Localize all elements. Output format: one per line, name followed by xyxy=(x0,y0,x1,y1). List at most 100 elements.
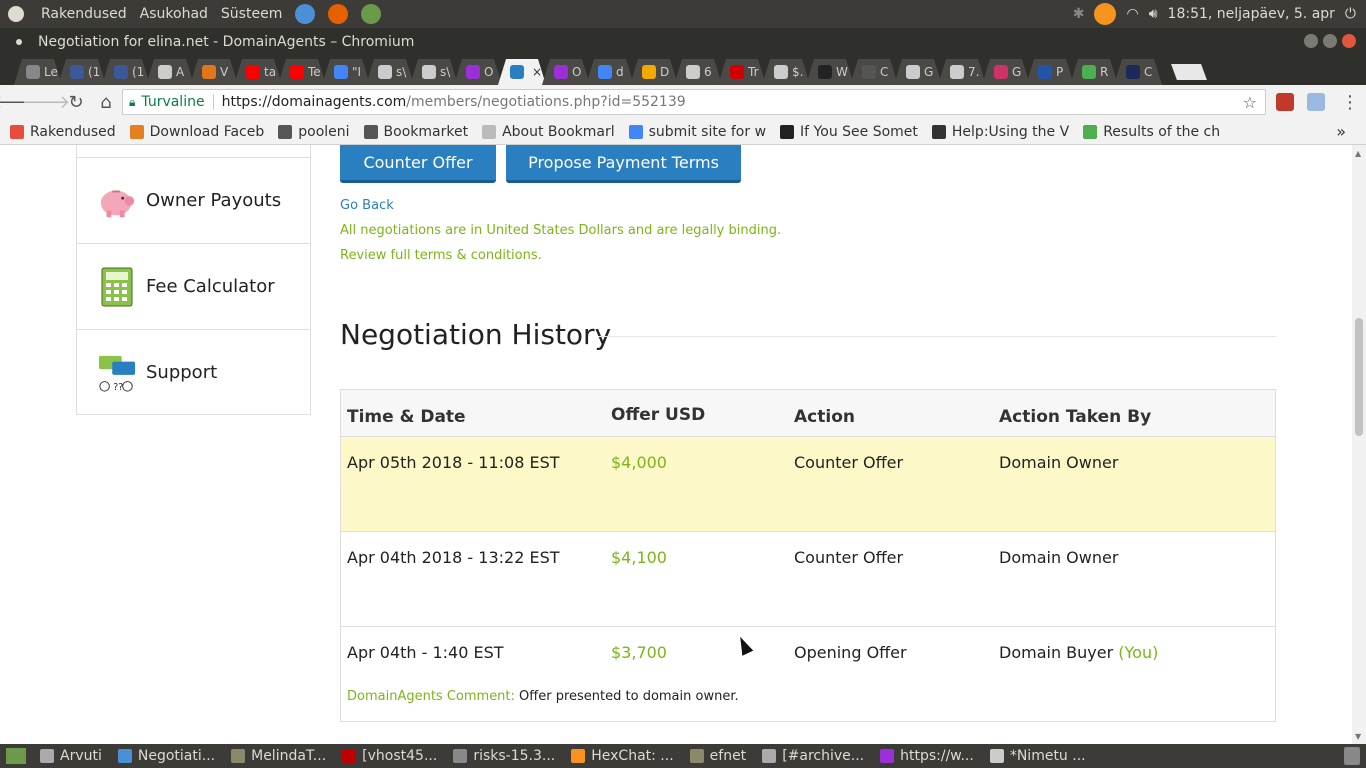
tab-label: d xyxy=(616,65,624,79)
trash-icon[interactable] xyxy=(1344,747,1360,765)
go-back-link[interactable]: Go Back xyxy=(340,198,394,213)
browser-tab[interactable]: $. xyxy=(762,59,810,85)
show-desktop-icon[interactable] xyxy=(6,748,26,764)
bookmark-item[interactable]: Help:Using the V xyxy=(931,124,1069,140)
home-icon[interactable]: ⌂ xyxy=(92,88,120,116)
browser-tab[interactable]: Te xyxy=(278,59,326,85)
browser-tab[interactable]: V xyxy=(190,59,238,85)
page-scrollbar[interactable]: ▲ ▼ xyxy=(1352,145,1366,744)
bookmark-label: Bookmarket xyxy=(383,123,469,140)
tab-label: A xyxy=(176,65,185,79)
scroll-up-icon[interactable]: ▲ xyxy=(1355,149,1363,158)
bookmark-item[interactable]: About Bookmarl xyxy=(482,124,615,140)
chrome-menu-icon[interactable]: ⋮ xyxy=(1336,88,1364,116)
browser-tab[interactable]: s\ xyxy=(366,59,414,85)
bookmark-label: If You See Somet xyxy=(800,123,918,140)
row-action: Opening Offer xyxy=(794,643,907,662)
browser-tab[interactable]: R xyxy=(1070,59,1118,85)
browser-tab[interactable]: (1 xyxy=(102,59,150,85)
bookmark-star-icon[interactable]: ☆ xyxy=(1243,93,1257,112)
minimize-icon[interactable] xyxy=(1304,34,1318,48)
url-host: https://domainagents.com xyxy=(221,94,407,110)
bookmark-label: submit site for w xyxy=(648,123,767,140)
bookmark-item[interactable]: pooleni xyxy=(278,124,350,140)
bookmark-item[interactable]: If You See Somet xyxy=(780,124,918,140)
browser-tab[interactable]: P xyxy=(1026,59,1074,85)
row-taken-by: Domain Buyer (You) xyxy=(999,643,1158,662)
volume-icon[interactable]: 🔊︎ xyxy=(1149,6,1158,22)
bluetooth-icon[interactable]: ✱ xyxy=(1073,6,1085,22)
new-tab-button[interactable] xyxy=(1171,64,1207,80)
browser-tab[interactable]: G xyxy=(982,59,1030,85)
browser-tab[interactable]: 7. xyxy=(938,59,986,85)
forward-icon[interactable]: 🡒 xyxy=(22,88,70,116)
browser-tab[interactable]: (1 xyxy=(58,59,106,85)
sidebar-item-label: Support xyxy=(146,362,218,383)
browser-tab[interactable]: A xyxy=(146,59,194,85)
taskbar-item[interactable]: Negotiati... xyxy=(110,744,223,768)
browser-tab[interactable]: 6 xyxy=(674,59,722,85)
wifi-icon[interactable]: ◠ xyxy=(1126,6,1138,22)
hexchat-tray-icon[interactable] xyxy=(1094,3,1117,25)
chromium-launcher-icon[interactable] xyxy=(295,4,316,24)
maximize-icon[interactable] xyxy=(1323,34,1337,48)
browser-tab[interactable]: Le xyxy=(14,59,62,85)
bookmark-item[interactable]: Results of the ch xyxy=(1083,124,1220,140)
sidebar-item-owner-payouts[interactable]: Owner Payouts xyxy=(77,157,310,243)
taskbar-item[interactable]: efnet xyxy=(682,744,755,768)
menu-places[interactable]: Asukohad xyxy=(140,6,208,22)
tab-close-icon[interactable]: × xyxy=(532,65,542,79)
terms-link[interactable]: Review full terms & conditions. xyxy=(340,248,542,263)
bookmark-item[interactable]: Download Faceb xyxy=(129,124,264,140)
browser-tab[interactable]: × xyxy=(498,59,546,85)
propose-payment-terms-button[interactable]: Propose Payment Terms xyxy=(506,145,741,183)
taskbar-item[interactable]: [vhost45... xyxy=(334,744,445,768)
taskbar-item[interactable]: *Nimetu ... xyxy=(982,744,1094,768)
leaf-icon xyxy=(1082,65,1096,79)
app-launcher-icon[interactable] xyxy=(361,4,382,24)
ublock-extension-icon[interactable] xyxy=(1276,93,1294,111)
scrollbar-thumb[interactable] xyxy=(1355,318,1363,436)
browser-tab[interactable]: C xyxy=(850,59,898,85)
taskbar-item[interactable]: Arvuti xyxy=(32,744,110,768)
close-icon[interactable] xyxy=(1342,34,1356,48)
scroll-down-icon[interactable]: ▼ xyxy=(1355,732,1363,741)
bookmark-label: About Bookmarl xyxy=(502,123,615,140)
browser-tab[interactable]: D xyxy=(630,59,678,85)
taskbar-item[interactable]: risks-15.3... xyxy=(445,744,563,768)
comment-label: DomainAgents Comment: xyxy=(347,689,515,704)
clock[interactable]: 18:51, neljapäev, 5. apr xyxy=(1168,6,1335,22)
firefox-launcher-icon[interactable] xyxy=(328,4,349,24)
browser-tab[interactable]: G xyxy=(894,59,942,85)
address-bar[interactable]: 🔒︎ Turvaline https://domainagents.com /m… xyxy=(122,89,1266,115)
taskbar-item[interactable]: HexChat: ... xyxy=(563,744,681,768)
bookmarks-overflow-icon[interactable]: » xyxy=(1336,122,1346,141)
browser-tab[interactable]: Tr xyxy=(718,59,766,85)
lock-icon[interactable]: 🔒︎ xyxy=(129,95,135,110)
browser-tab[interactable]: W xyxy=(806,59,854,85)
window-menu-dot-icon[interactable] xyxy=(16,38,22,45)
menu-system[interactable]: Süsteem xyxy=(221,6,282,22)
taskbar-item[interactable]: [#archive... xyxy=(754,744,872,768)
browser-tab[interactable]: O xyxy=(542,59,590,85)
extension-icon[interactable] xyxy=(1307,93,1325,111)
browser-tab[interactable]: C xyxy=(1114,59,1162,85)
bookmark-item[interactable]: Rakendused xyxy=(10,124,116,140)
taskbar-item[interactable]: https://w... xyxy=(872,744,982,768)
browser-tab[interactable]: ta xyxy=(234,59,282,85)
bookmark-item[interactable]: submit site for w xyxy=(628,123,767,140)
browser-tab[interactable]: O xyxy=(454,59,502,85)
taskbar-item[interactable]: MelindaT... xyxy=(223,744,334,768)
ubuntu-logo-icon[interactable] xyxy=(8,6,24,22)
browser-tab[interactable]: "I xyxy=(322,59,370,85)
sidebar-item-fee-calculator[interactable]: Fee Calculator xyxy=(77,243,310,329)
menu-applications[interactable]: Rakendused xyxy=(41,6,127,22)
power-icon[interactable]: ⏻ xyxy=(1345,6,1356,22)
reload-icon[interactable]: ↻ xyxy=(62,88,90,116)
system-tray: ✱ ◠ 🔊︎ 18:51, neljapäev, 5. apr ⏻ xyxy=(1073,0,1356,28)
bookmark-item[interactable]: Bookmarket xyxy=(363,123,469,140)
sidebar-item-support[interactable]: ?? Support xyxy=(77,329,310,415)
counter-offer-button[interactable]: Counter Offer xyxy=(340,145,496,183)
browser-tab[interactable]: d xyxy=(586,59,634,85)
browser-tab[interactable]: s\ xyxy=(410,59,458,85)
